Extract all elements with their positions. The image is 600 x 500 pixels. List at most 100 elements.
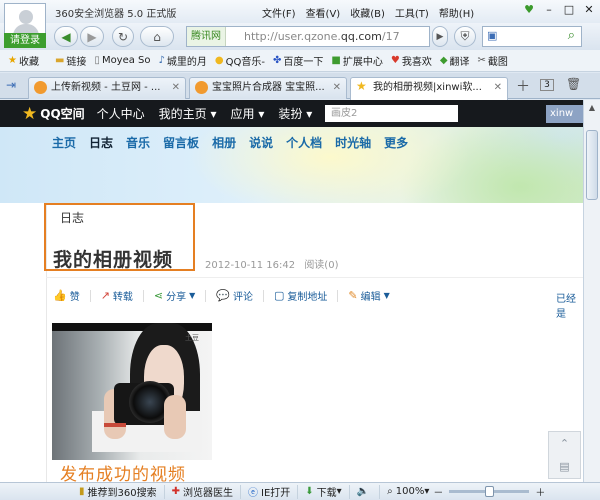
qzone-nav-apps[interactable]: 应用 ▾ [231,105,265,122]
blog-nav-timeline[interactable]: 时光轴 [335,134,371,151]
highlight-box [44,203,195,271]
zoom-control[interactable]: ⌕ 100% ▾ － ＋ [380,485,552,499]
forward-button[interactable]: ▶ [80,26,104,47]
address-go-button[interactable]: ▶ [432,26,448,47]
recommend-360-search[interactable]: ▮ 推荐到360搜索 [72,484,165,499]
menu-tools[interactable]: 工具(T) [395,5,429,20]
favorite-item[interactable]: ♥ 我喜欢 [391,53,432,68]
sidebar-toggle-icon[interactable]: ⇥ [6,78,16,92]
favorite-item[interactable]: ✤ 百度一下 [273,53,323,68]
tab-close-icon[interactable]: ✕ [333,78,341,98]
downloads[interactable]: ⬇ 下载 ▾ [298,484,350,499]
close-button[interactable]: ✕ [582,3,596,16]
qzone-nav-decorate[interactable]: 装扮 ▾ [278,105,312,122]
shield-icon[interactable]: ⛨ [454,26,476,47]
translate-icon: ◆ [439,55,448,66]
menu-bar: 文件(F) 查看(V) 收藏(B) 工具(T) 帮助(H) [262,5,474,20]
lock-icon: ▮ [79,486,85,497]
qzone-logo[interactable]: ★ QQ空间 [22,104,85,124]
chevron-down-icon: ▼ [383,291,390,300]
tab-tudou-upload[interactable]: 上传新视频 - 土豆网 - ... ✕ [28,77,186,99]
tab-close-icon[interactable]: ✕ [494,78,502,98]
zoom-out-icon[interactable]: － [433,484,443,499]
qzone-user[interactable]: xinw [546,105,583,123]
window-controls: ♥ – □ ✕ [522,3,596,16]
favorite-item[interactable]: ▬ 链接 [55,53,86,68]
zoom-slider[interactable] [449,486,530,497]
address-bar[interactable]: 腾讯网 http://user.qzone.qq.com/17 [186,26,430,47]
home-button[interactable]: ⌂ [140,26,174,47]
tab-bar: ⇥ 上传新视频 - 土豆网 - ... ✕ 宝宝照片合成器 宝宝照... ✕ ★ 我… [0,73,600,100]
repost-button[interactable]: ↗ 转载 [101,288,133,303]
favorite-item[interactable]: ▯ Moyea So [94,55,150,66]
blog-nav-moments[interactable]: 说说 [249,134,273,151]
menu-view[interactable]: 查看(V) [306,5,341,20]
feedback-icon[interactable]: ▤ [549,455,580,478]
video-thumbnail[interactable]: 土豆 [52,323,212,460]
qzone-nav-my-home[interactable]: 我的主页 ▾ [159,105,217,122]
favorite-item[interactable]: ♪ 城里的月 [159,53,207,68]
favorite-item[interactable]: ✂ 截图 [478,53,508,68]
zoom-in-icon[interactable]: ＋ [535,484,545,499]
blog-nav-blog[interactable]: 日志 [89,134,113,151]
like-button[interactable]: 👍 赞 [53,288,80,303]
tab-count-badge[interactable]: 3 [540,79,554,91]
tab-album-video[interactable]: ★ 我的相册视频|xinwi软... ✕ [350,77,508,100]
back-to-top-icon[interactable]: ⌃ [549,432,580,455]
scroll-thumb[interactable] [586,130,598,200]
browser-doctor[interactable]: ✚ 浏览器医生 [165,484,241,499]
blog-nav-music[interactable]: 音乐 [126,134,150,151]
comment-button[interactable]: 💬 评论 [216,288,253,303]
copy-icon: ▢ [274,289,285,302]
address-url[interactable]: http://user.qzone.qq.com/17 [226,30,400,43]
blog-nav-home[interactable]: 主页 [52,134,76,151]
home-icon: ⌂ [153,29,161,44]
minimize-button[interactable]: – [542,3,556,16]
maximize-button[interactable]: □ [562,3,576,16]
blog-nav-profile[interactable]: 个人档 [286,134,322,151]
sound-toggle[interactable]: 🔈 [350,484,381,499]
blog-nav-more[interactable]: 更多 [384,134,408,151]
menu-help[interactable]: 帮助(H) [439,5,474,20]
tudou-icon [195,81,208,94]
search-icon[interactable]: ⌕ [568,28,575,43]
trash-icon[interactable]: 🗑 [566,77,581,91]
address-brand[interactable]: 腾讯网 [187,27,226,46]
favorite-item[interactable]: ● QQ音乐- [215,53,265,68]
qzone-nav-personal-center[interactable]: 个人中心 [97,105,145,122]
post-reads: 阅读(0) [304,260,339,271]
scroll-up-icon[interactable]: ▲ [584,100,600,115]
blog-nav-guestbook[interactable]: 留言板 [163,134,199,151]
menu-file[interactable]: 文件(F) [262,5,296,20]
vertical-scrollbar[interactable]: ▲ [583,100,600,482]
share-button[interactable]: ⋖ 分享 ▼ [154,288,195,303]
blog-nav: 主页 日志 音乐 留言板 相册 说说 个人档 时光轴 更多 [52,134,408,151]
new-tab-icon[interactable]: ＋ [516,76,530,96]
qzone-search-input[interactable]: 画皮2 [325,105,458,122]
blog-nav-album[interactable]: 相册 [212,134,236,151]
share-icon: ⋖ [153,289,164,302]
favorite-item[interactable]: ◆ 翻译 [440,53,470,68]
tab-baby-photo[interactable]: 宝宝照片合成器 宝宝照... ✕ [189,77,347,99]
edit-button[interactable]: ✎ 编辑 ▼ [348,288,389,303]
favorite-item[interactable]: ■ 扩展中心 [331,53,382,68]
title-bar: 请登录 360安全浏览器 5.0 正式版 文件(F) 查看(V) 收藏(B) 工… [0,0,600,48]
skin-icon[interactable]: ♥ [522,3,536,16]
tab-close-icon[interactable]: ✕ [172,78,180,98]
search-input[interactable]: ▣ ⌕ [482,26,582,47]
qq-icon: ● [214,55,224,66]
refresh-button[interactable]: ↻ [112,26,134,47]
back-button[interactable]: ◀ [54,26,78,47]
copy-link-button[interactable]: ▢ 复制地址 [274,288,327,303]
search-engine-icon[interactable]: ▣ [487,29,497,42]
annotation-caption: 发布成功的视频 [60,465,186,482]
open-in-ie[interactable]: ⓔ IE打开 [241,484,299,499]
favorite-item[interactable]: ★ 收藏 [8,53,39,68]
refresh-icon: ↻ [117,29,129,44]
post-actions: 👍 赞 ↗ 转载 ⋖ 分享 ▼ 💬 评论 ▢ 复制地址 ✎ 编辑 ▼ [53,288,400,303]
login-button[interactable]: 请登录 [4,33,46,48]
zoom-slider-thumb[interactable] [485,486,495,497]
already-label[interactable]: 已经是 [556,290,583,320]
tudou-icon [34,81,47,94]
menu-favorites[interactable]: 收藏(B) [350,5,385,20]
